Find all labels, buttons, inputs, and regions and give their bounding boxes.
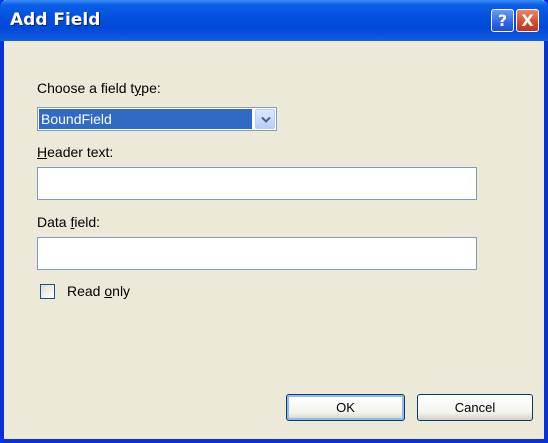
add-field-dialog: Add Field ? X Choose a field type: Bound… [0, 0, 548, 443]
help-button[interactable]: ? [491, 9, 514, 32]
chevron-down-icon [261, 116, 271, 123]
header-text-label: Header text: [37, 144, 113, 160]
field-type-label-pre: Choose a field t [37, 80, 135, 96]
header-text-label-access-key: H [37, 144, 48, 160]
close-button[interactable]: X [516, 9, 539, 32]
read-only-checkbox[interactable] [40, 284, 55, 299]
header-text-label-post: eader text: [47, 144, 114, 160]
field-type-select[interactable]: BoundField [37, 107, 277, 131]
dialog-title: Add Field [10, 10, 101, 30]
field-type-label-post: pe: [141, 80, 161, 96]
read-only-label[interactable]: Read only [67, 283, 130, 299]
read-only-label-pre: Read [67, 283, 105, 299]
field-type-selected-value: BoundField [39, 109, 252, 129]
data-field-label-pre: Data [37, 214, 71, 230]
read-only-label-post: nly [112, 283, 131, 299]
field-type-label: Choose a field type: [37, 80, 161, 96]
title-bar[interactable]: Add Field ? X [0, 0, 548, 41]
ok-button[interactable]: OK [286, 394, 405, 421]
read-only-label-access-key: o [104, 283, 113, 299]
cancel-button[interactable]: Cancel [417, 394, 533, 421]
field-type-dropdown-button[interactable] [255, 109, 275, 129]
header-text-input[interactable] [37, 167, 477, 200]
data-field-label-post: ield: [74, 214, 101, 230]
data-field-input[interactable] [37, 237, 477, 270]
data-field-label: Data field: [37, 214, 100, 230]
